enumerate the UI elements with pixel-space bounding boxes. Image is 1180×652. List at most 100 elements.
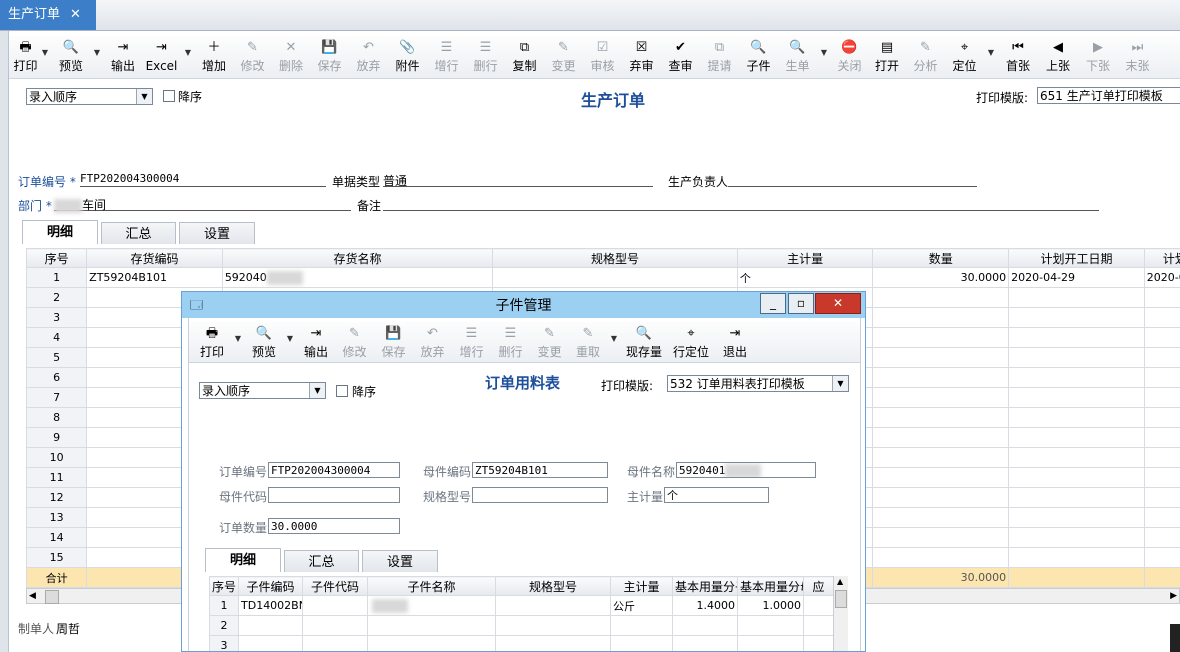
open-button[interactable]: ▤ 打开 [868, 36, 906, 78]
dropdown-arrow-icon[interactable]: ▼ [287, 334, 293, 343]
col-header-child-name[interactable]: 子件名称 [367, 576, 496, 596]
col-header-inventory-code[interactable]: 存货编码 [86, 248, 223, 268]
cell-spec[interactable] [492, 267, 738, 288]
grid-cell[interactable] [610, 635, 673, 651]
grid-cell[interactable] [872, 327, 1010, 348]
cell-base-numerator[interactable]: 1.4000 [672, 595, 738, 616]
col-header-unit[interactable]: 主计量 [736, 248, 874, 268]
col-header-plan-end[interactable]: 计划 [1143, 248, 1180, 268]
grid-cell[interactable] [1143, 387, 1180, 408]
chevron-down-icon[interactable]: ▼ [309, 383, 325, 398]
order-number-field[interactable]: FTP202004300004 [80, 172, 326, 187]
grid-cell[interactable] [803, 635, 834, 651]
col-header-index[interactable]: 序号 [209, 576, 239, 596]
grid-cell[interactable] [238, 635, 303, 651]
excel-button[interactable]: ⇥ Excel ▼ [142, 36, 191, 78]
tab-summary[interactable]: 汇总 [101, 222, 176, 244]
col-header-required[interactable]: 应 [803, 576, 834, 596]
scroll-left-icon[interactable]: ◀ [29, 589, 36, 603]
unaudit-button[interactable]: ☒ 弃审 [622, 36, 661, 78]
grid-cell[interactable] [872, 407, 1010, 428]
table-row[interactable]: 3 [209, 635, 834, 651]
dialog-button-11[interactable]: ⌖ 行定位 [667, 322, 715, 364]
print-template-select[interactable]: 651 生产订单打印模板 [1037, 87, 1180, 104]
dialog-unit-field[interactable]: 个 [664, 487, 769, 503]
maximize-icon[interactable]: ▫ [788, 293, 814, 314]
grid-cell[interactable] [872, 387, 1010, 408]
grid-cell[interactable] [872, 287, 1010, 308]
delete-button[interactable]: ✕ 删除 [272, 36, 310, 78]
department-field[interactable]: 车间 [54, 196, 351, 213]
save-button[interactable]: 💾 保存 [310, 36, 349, 78]
grid-cell[interactable] [1008, 447, 1145, 468]
dropdown-arrow-icon[interactable]: ▼ [988, 48, 994, 57]
last-button[interactable]: ⏭ 末张 [1118, 36, 1157, 78]
dialog-button-3[interactable]: ✎ 修改 [335, 322, 374, 364]
grid-cell[interactable] [1143, 427, 1180, 448]
cell-inventory-code[interactable]: ZT59204B101 [86, 267, 223, 288]
delrow-button[interactable]: ☰ 删行 [466, 36, 505, 78]
scroll-thumb[interactable] [45, 590, 59, 604]
cell-base-denominator[interactable]: 1.0000 [737, 595, 804, 616]
grid-cell[interactable] [238, 615, 303, 636]
scroll-right-icon[interactable]: ▶ [1170, 589, 1177, 603]
cell-required[interactable] [803, 595, 834, 616]
grid-cell[interactable] [803, 615, 834, 636]
output-button[interactable]: ⇥ 输出 [104, 36, 142, 78]
dialog-button-10[interactable]: 🔍 现存量 [621, 322, 667, 364]
parent-code-field[interactable]: ZT59204B101 [472, 462, 608, 478]
cell-plan-end[interactable]: 2020-04-29 [1143, 267, 1180, 288]
parent-name-field[interactable]: 5920401 [676, 462, 816, 478]
grid-cell[interactable] [1008, 527, 1145, 548]
grid-cell[interactable] [737, 635, 804, 651]
col-header-base-denominator[interactable]: 基本用量分母 [737, 576, 804, 596]
dialog-button-12[interactable]: ⇥ 退出 [715, 322, 755, 364]
dropdown-arrow-icon[interactable]: ▼ [42, 48, 48, 57]
grid-cell[interactable] [1143, 547, 1180, 568]
cell-unit[interactable]: 公斤 [610, 595, 673, 616]
grid-cell[interactable] [302, 635, 368, 651]
grid-cell[interactable] [1143, 507, 1180, 528]
request-button[interactable]: ⧉ 提请 [700, 36, 739, 78]
grid-cell[interactable] [872, 467, 1010, 488]
grid-cell[interactable] [872, 527, 1010, 548]
dialog-spec-field[interactable] [472, 487, 608, 503]
grid-cell[interactable] [1143, 407, 1180, 428]
grid-cell[interactable] [1008, 387, 1145, 408]
parent-id-field[interactable] [268, 487, 400, 503]
cell-inventory-name[interactable]: 592040 [221, 267, 494, 288]
scroll-thumb[interactable] [835, 590, 847, 608]
cell-child-code[interactable]: TD14002BN0 [238, 595, 303, 616]
col-header-base-numerator[interactable]: 基本用量分子 [672, 576, 738, 596]
dialog-button-8[interactable]: ✎ 变更 [530, 322, 569, 364]
grid-cell[interactable] [872, 547, 1010, 568]
dropdown-arrow-icon[interactable]: ▼ [94, 48, 100, 57]
note-field[interactable] [383, 196, 1099, 211]
tab-settings[interactable]: 设置 [179, 222, 255, 244]
dialog-button-2[interactable]: ⇥ 输出 [297, 322, 335, 364]
child-button[interactable]: 🔍 子件 [739, 36, 778, 78]
locate-button[interactable]: ⌖ 定位 ▼ [945, 36, 994, 78]
grid-cell[interactable] [610, 615, 673, 636]
table-row[interactable]: 1 TD14002BN0 公斤 1.4000 1.0000 [209, 595, 834, 616]
minimize-icon[interactable]: _ [760, 293, 786, 314]
grid-cell[interactable] [1143, 527, 1180, 548]
grid-cell[interactable] [495, 615, 611, 636]
cell-child-name[interactable] [367, 595, 496, 616]
order-qty-field[interactable]: 30.0000 [268, 518, 400, 534]
grid-cell[interactable] [872, 507, 1010, 528]
grid-cell[interactable] [1008, 427, 1145, 448]
scroll-up-icon[interactable]: ▲ [837, 577, 843, 586]
grid-cell[interactable] [872, 447, 1010, 468]
grid-cell[interactable] [1143, 487, 1180, 508]
dialog-descending-checkbox[interactable] [336, 385, 348, 397]
dialog-button-0[interactable]: 🖶 打印 ▼ [193, 322, 241, 364]
change-button[interactable]: ✎ 变更 [544, 36, 583, 78]
grid-cell[interactable] [872, 367, 1010, 388]
grid-cell[interactable] [1008, 347, 1145, 368]
col-header-qty[interactable]: 数量 [872, 248, 1010, 268]
document-tab[interactable]: 生产订单 ✕ [0, 0, 96, 30]
copy-button[interactable]: ⧉ 复制 [505, 36, 544, 78]
col-header-spec[interactable]: 规格型号 [495, 576, 611, 596]
dialog-vertical-scrollbar[interactable]: ▲ [833, 576, 848, 651]
